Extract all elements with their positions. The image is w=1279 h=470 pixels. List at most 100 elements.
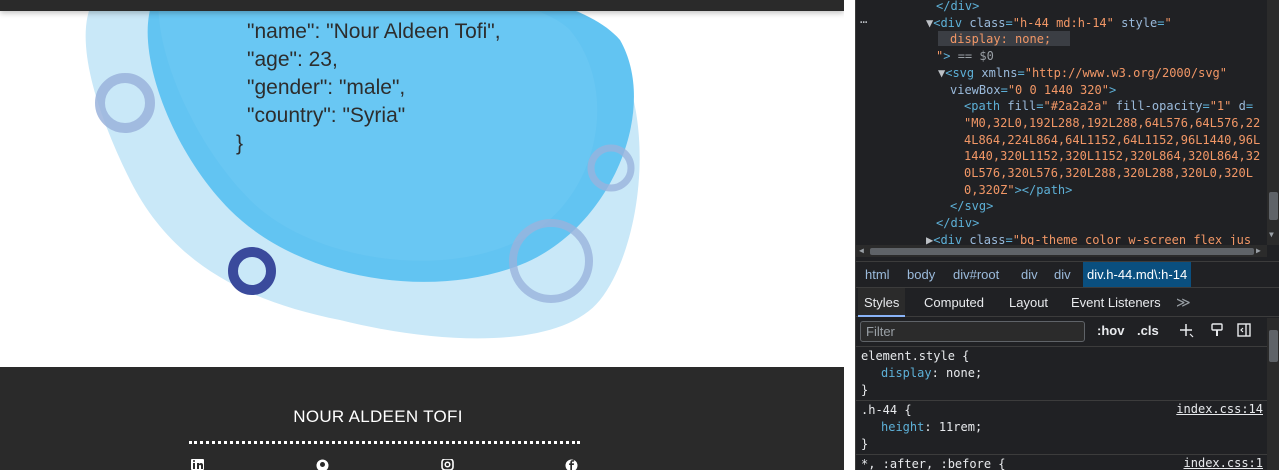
- breadcrumb-item[interactable]: div: [1050, 262, 1075, 287]
- style-rule: *, :after, :before { index.css:1: [856, 454, 1267, 470]
- tab-event-listeners[interactable]: Event Listeners: [1065, 288, 1167, 317]
- code-token: </svg>: [950, 199, 994, 214]
- code-token: =: [1000, 82, 1008, 97]
- tab-styles[interactable]: Styles: [858, 288, 906, 317]
- toggle-sidebar-icon[interactable]: [1236, 322, 1252, 338]
- dom-node-line[interactable]: 0,320Z"></path>: [964, 183, 1072, 198]
- code-token: "bg-theme color w-screen flex jus: [1012, 232, 1252, 245]
- scroll-right-arrow-icon[interactable]: ▶: [1256, 246, 1261, 255]
- dom-node-line[interactable]: </svg>: [950, 199, 993, 214]
- code-token: d: [1238, 99, 1246, 114]
- dom-node-line[interactable]: 4L864,224L864,64L1152,64L1152,96L1440,96…: [964, 133, 1260, 148]
- json-line: "name": "Nour Aldeen Tofi",: [247, 20, 501, 43]
- dom-node-line[interactable]: ▼<svg xmlns="http://www.w3.org/2000/svg": [938, 66, 1227, 81]
- dom-node-line[interactable]: 1440,320L1152,320L1152,320L864,320L864,3…: [964, 149, 1260, 164]
- devtools-panel: ⋯ </div> ▼<div class="h-44 md:h-14" style…: [855, 0, 1279, 470]
- breadcrumb-item[interactable]: div#root: [949, 262, 1003, 287]
- code-token: 0L576,320L576,320L288,320L288,320L0,320L: [964, 166, 1253, 180]
- dom-node-line[interactable]: display: none;: [950, 32, 1051, 47]
- breadcrumb-item[interactable]: html: [861, 262, 894, 287]
- new-rule-icon[interactable]: [1178, 322, 1194, 338]
- rule-selector: *, :after, :before {: [861, 457, 1006, 470]
- styles-tabbar: Styles Computed Layout Event Listeners ≫: [856, 287, 1279, 317]
- rule-close: }: [861, 437, 869, 451]
- json-line: "gender": "male",: [247, 76, 406, 99]
- code-token: fill: [1007, 99, 1037, 114]
- dom-node-line[interactable]: "M0,32L0,192L288,192L288,64L576,64L576,2…: [964, 116, 1260, 131]
- dom-node-line[interactable]: viewBox="0 0 1440 320">: [950, 83, 1116, 98]
- code-token: class: [969, 232, 1006, 245]
- breadcrumb-item[interactable]: div: [1017, 262, 1042, 287]
- github-icon[interactable]: [316, 459, 329, 470]
- code-token: "1": [1209, 99, 1232, 114]
- instagram-icon[interactable]: [441, 459, 454, 470]
- breadcrumb: html body div#root div div div.h-44.md\:…: [856, 261, 1279, 287]
- scroll-left-arrow-icon[interactable]: ◀: [859, 246, 864, 255]
- tab-computed[interactable]: Computed: [918, 288, 990, 317]
- rule-selector: element.style {: [861, 349, 970, 363]
- tab-layout[interactable]: Layout: [1003, 288, 1054, 317]
- page-viewport: { "name": "Nour Aldeen Tofi", "age": 23,…: [0, 0, 844, 470]
- dom-node-line[interactable]: </div>: [936, 0, 979, 14]
- property-value: none: [946, 366, 975, 380]
- code-token: "http://www.w3.org/2000/svg": [1024, 65, 1228, 80]
- source-link[interactable]: index.css:1: [1184, 456, 1263, 470]
- elements-tree[interactable]: ⋯ </div> ▼<div class="h-44 md:h-14" style…: [856, 0, 1279, 245]
- footer-name: NOUR ALDEEN TOFI: [293, 407, 463, 426]
- more-tabs-icon[interactable]: ≫: [1176, 288, 1191, 317]
- footer: NOUR ALDEEN TOFI: [0, 367, 844, 470]
- breadcrumb-item[interactable]: body: [903, 262, 939, 287]
- scroll-down-arrow-icon[interactable]: ▼: [1269, 230, 1274, 239]
- code-token: =: [1005, 232, 1013, 245]
- property-name: height: [881, 420, 925, 434]
- breadcrumb-item-active[interactable]: div.h-44.md\:h-14: [1083, 262, 1192, 287]
- code-token: class: [969, 15, 1006, 30]
- code-token: </div>: [936, 0, 980, 13]
- hov-toggle[interactable]: :hov: [1097, 323, 1124, 338]
- code-token: <div: [933, 15, 970, 30]
- rule-declaration[interactable]: display: none;: [881, 365, 982, 382]
- rule-declaration[interactable]: height: 11rem;: [881, 419, 982, 436]
- code-token: "h-44 md:h-14": [1012, 15, 1114, 30]
- scrollbar-thumb[interactable]: [870, 248, 1254, 255]
- styles-toolbar: :hov .cls: [856, 318, 1279, 346]
- code-token: 0,320Z": [964, 182, 1015, 197]
- code-token: </div>: [936, 216, 980, 231]
- code-token: == $0: [950, 49, 994, 64]
- navbar: [0, 0, 844, 11]
- code-token: <svg: [945, 65, 982, 80]
- styles-filter-input[interactable]: [860, 321, 1085, 342]
- rule-close: }: [861, 383, 869, 397]
- more-options-icon[interactable]: ⋯: [860, 15, 867, 29]
- property-value: 11rem: [938, 420, 975, 434]
- styles-rules: element.style { display: none; } .h-44 {…: [856, 346, 1267, 470]
- code-token: 4L864,224L864,64L1152,64L1152,96L1440,96…: [964, 132, 1261, 147]
- facebook-icon[interactable]: [565, 459, 578, 470]
- code-token: "M0,32L0,192L288,192L288,64L576,64L576,2…: [964, 115, 1261, 130]
- code-token: =: [1245, 99, 1254, 114]
- scrollbar-thumb[interactable]: [1269, 330, 1278, 362]
- dom-node-line[interactable]: ▶<div class="bg-theme color w-screen fle…: [926, 233, 1251, 245]
- dom-node-line[interactable]: ▼<div class="h-44 md:h-14" style=": [926, 16, 1172, 31]
- dom-node-line[interactable]: </div>: [936, 216, 979, 231]
- style-rule: .h-44 { index.css:14 height: 11rem; }: [856, 400, 1267, 451]
- code-token: "0 0 1440 320": [1007, 82, 1109, 97]
- dom-node-line[interactable]: <path fill="#2a2a2a" fill-opacity="1" d=: [964, 99, 1253, 114]
- code-token: =: [1017, 65, 1025, 80]
- paint-brush-icon[interactable]: [1209, 322, 1225, 338]
- code-token: xmlns: [981, 65, 1018, 80]
- code-token: "#2a2a2a": [1043, 99, 1109, 114]
- dom-node-line[interactable]: 0L576,320L576,320L288,320L288,320L0,320L: [964, 166, 1253, 181]
- linkedin-icon[interactable]: [191, 459, 204, 470]
- code-token: =: [1036, 99, 1044, 114]
- code-token: viewBox: [950, 82, 1001, 97]
- json-line: "country": "Syria": [247, 104, 406, 127]
- style-rule: element.style { display: none; }: [856, 346, 1267, 397]
- scrollbar-thumb[interactable]: [1269, 192, 1278, 220]
- source-link[interactable]: index.css:14: [1176, 402, 1263, 416]
- dom-node-line[interactable]: "> == $0: [936, 49, 994, 64]
- cls-toggle[interactable]: .cls: [1137, 323, 1159, 338]
- hero-illustration: [85, 0, 640, 339]
- code-token: <path: [964, 99, 1008, 114]
